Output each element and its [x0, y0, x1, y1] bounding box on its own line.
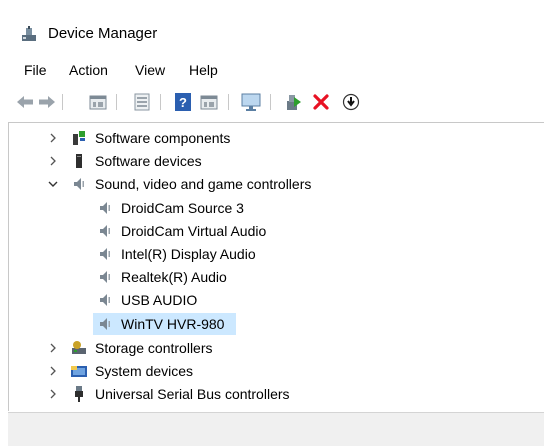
help-button[interactable]: ? — [172, 91, 194, 113]
storage-controller-icon — [72, 341, 86, 354]
tree-label: Realtek(R) Audio — [121, 269, 227, 285]
menu-view[interactable]: View — [135, 62, 165, 78]
menu-action[interactable]: Action — [69, 62, 108, 78]
toolbar-separator — [160, 94, 161, 110]
tree-node-device-selected[interactable]: WinTV HVR-980 — [93, 313, 236, 335]
tree-node-usb-controllers[interactable]: Universal Serial Bus controllers — [9, 383, 544, 405]
view-icon — [200, 95, 218, 110]
tree-label: Software devices — [95, 153, 202, 169]
disable-device-button[interactable] — [340, 91, 362, 113]
forward-button[interactable] — [36, 91, 58, 113]
menu-bar: File Action View Help — [0, 58, 544, 84]
back-icon — [17, 96, 33, 108]
tree-label: System devices — [95, 363, 194, 379]
system-device-icon — [71, 366, 87, 377]
tree-label: WinTV HVR-980 — [121, 316, 225, 332]
chevron-right-icon[interactable] — [47, 155, 59, 167]
tree-label: Sound, video and game controllers — [95, 176, 312, 192]
tree-node-software-components[interactable]: Software components — [9, 127, 544, 149]
toolbar: ? — [0, 88, 544, 116]
device-manager-window: Device Manager File Action View Help ? S… — [0, 0, 544, 446]
properties-button[interactable] — [87, 91, 109, 113]
speaker-icon — [100, 271, 110, 283]
chevron-right-icon[interactable] — [47, 365, 59, 377]
speaker-icon — [100, 225, 110, 237]
scan-icon — [241, 93, 261, 111]
chevron-right-icon[interactable] — [47, 388, 59, 400]
software-device-icon — [76, 154, 82, 168]
view-button[interactable] — [198, 91, 220, 113]
tree-node-device[interactable]: USB AUDIO — [93, 289, 243, 311]
tree-label: DroidCam Virtual Audio — [121, 223, 267, 239]
tree-node-software-devices[interactable]: Software devices — [9, 150, 544, 172]
svg-text:?: ? — [179, 95, 187, 110]
uninstall-icon — [313, 94, 329, 110]
disable-device-icon — [342, 93, 360, 111]
help-icon: ? — [175, 93, 191, 111]
tree-label: Intel(R) Display Audio — [121, 246, 256, 262]
speaker-icon — [100, 202, 110, 214]
usb-icon — [75, 386, 83, 402]
toolbar-separator — [116, 94, 117, 110]
tree-label: DroidCam Source 3 — [121, 200, 244, 216]
tree-label: USB AUDIO — [121, 292, 198, 308]
chevron-down-icon[interactable] — [47, 178, 59, 190]
tree-node-device[interactable]: Realtek(R) Audio — [93, 266, 243, 288]
properties-icon — [89, 95, 107, 110]
title-bar: Device Manager — [0, 0, 544, 56]
software-component-icon — [73, 131, 85, 145]
speaker-icon — [100, 318, 110, 330]
chevron-right-icon[interactable] — [47, 342, 59, 354]
menu-help[interactable]: Help — [189, 62, 218, 78]
toolbar-separator — [270, 94, 271, 110]
tree-label: Software components — [95, 130, 231, 146]
window-title: Device Manager — [48, 25, 158, 42]
tree-node-device[interactable]: DroidCam Source 3 — [93, 197, 244, 219]
tree-label: Universal Serial Bus controllers — [95, 386, 290, 402]
device-manager-icon — [22, 26, 36, 41]
menu-file[interactable]: File — [24, 62, 47, 78]
tree-node-sound-video-game[interactable]: Sound, video and game controllers — [9, 173, 544, 195]
scan-hardware-button[interactable] — [240, 91, 262, 113]
status-bar — [8, 412, 544, 446]
toolbar-separator — [62, 94, 63, 110]
speaker-icon — [74, 178, 84, 190]
tree-node-device[interactable]: Intel(R) Display Audio — [93, 243, 256, 265]
tree-node-system-devices[interactable]: System devices — [9, 360, 544, 382]
update-icon — [134, 93, 150, 111]
enable-device-button[interactable] — [282, 91, 304, 113]
tree-node-device[interactable]: DroidCam Virtual Audio — [93, 220, 266, 242]
chevron-right-icon[interactable] — [47, 132, 59, 144]
tree-label: Storage controllers — [95, 340, 213, 356]
device-tree: Software components Software devices Sou… — [8, 122, 544, 411]
speaker-icon — [100, 294, 110, 306]
tree-node-storage-controllers[interactable]: Storage controllers — [9, 337, 544, 359]
uninstall-device-button[interactable] — [310, 91, 332, 113]
speaker-icon — [100, 248, 110, 260]
toolbar-separator — [228, 94, 229, 110]
back-button[interactable] — [14, 91, 36, 113]
update-driver-button[interactable] — [131, 91, 153, 113]
forward-icon — [39, 96, 55, 108]
enable-device-icon — [287, 95, 301, 110]
